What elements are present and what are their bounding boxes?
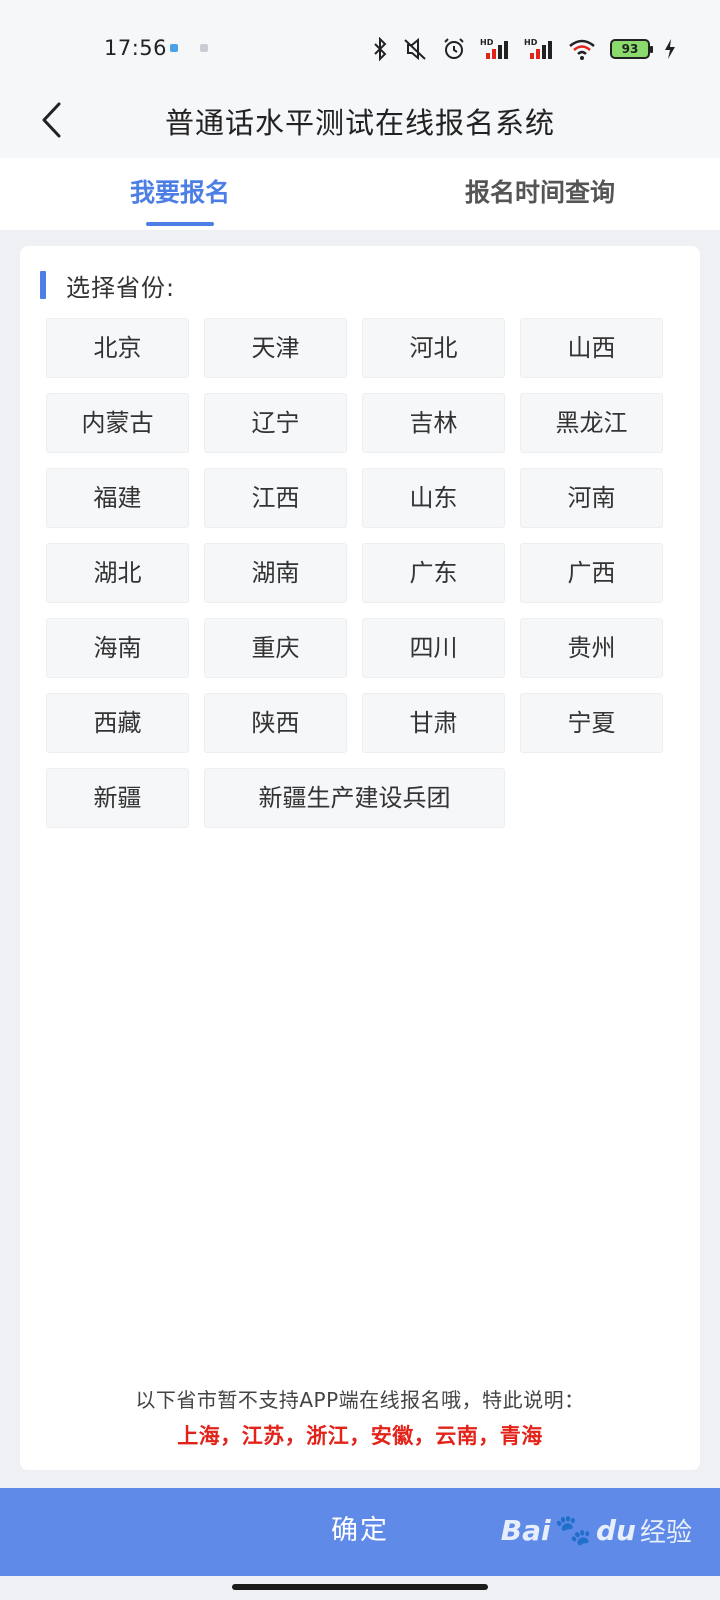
province-option[interactable]: 广西 (520, 543, 663, 603)
province-option[interactable]: 陕西 (204, 693, 347, 753)
status-time: 17:56 (104, 36, 168, 60)
notification-icon (200, 44, 208, 52)
section-header: 选择省份: (40, 270, 176, 302)
province-option[interactable]: 重庆 (204, 618, 347, 678)
section-accent-bar (40, 271, 46, 299)
signal-hd-icon: HD (480, 37, 510, 61)
province-option[interactable]: 吉林 (362, 393, 505, 453)
province-option[interactable]: 四川 (362, 618, 505, 678)
province-option[interactable]: 宁夏 (520, 693, 663, 753)
watermark-product: 经验 (639, 1518, 692, 1548)
province-option[interactable]: 天津 (204, 318, 347, 378)
unsupported-notice: 以下省市暂不支持APP端在线报名哦，特此说明： (135, 1388, 585, 1412)
chevron-left-icon (40, 101, 64, 143)
home-indicator[interactable] (232, 1584, 488, 1590)
province-option[interactable]: 福建 (46, 468, 189, 528)
alarm-icon (442, 37, 466, 61)
page-title: 普通话水平测试在线报名系统 (164, 106, 555, 140)
bluetooth-icon (372, 37, 388, 61)
baidu-jingyan-watermark: Bai 🐾 du 经验 (501, 1512, 692, 1549)
province-option[interactable]: 内蒙古 (46, 393, 189, 453)
wifi-icon (568, 37, 596, 61)
mute-icon (402, 37, 428, 61)
province-option[interactable]: 河南 (520, 468, 663, 528)
province-option[interactable]: 湖北 (46, 543, 189, 603)
charging-icon (664, 39, 676, 59)
province-option[interactable]: 江西 (204, 468, 347, 528)
svg-text:HD: HD (524, 38, 538, 47)
tab-bar: 我要报名 报名时间查询 (0, 158, 720, 230)
province-option[interactable]: 河北 (362, 318, 505, 378)
province-option[interactable]: 新疆生产建设兵团 (204, 768, 505, 828)
province-option[interactable]: 辽宁 (204, 393, 347, 453)
province-grid: 北京 天津 河北 山西 内蒙古 辽宁 吉林 黑龙江 福建 江西 山东 河南 湖北… (46, 318, 696, 828)
paw-icon: 🐾 (554, 1513, 592, 1548)
province-option[interactable]: 新疆 (46, 768, 189, 828)
province-option[interactable]: 黑龙江 (520, 393, 663, 453)
province-option[interactable]: 山西 (520, 318, 663, 378)
app-header: 普通话水平测试在线报名系统 (0, 88, 720, 158)
province-option[interactable]: 湖南 (204, 543, 347, 603)
province-option[interactable]: 海南 (46, 618, 189, 678)
unsupported-provinces: 上海，江苏，浙江，安徽，云南，青海 (177, 1424, 543, 1448)
province-option[interactable]: 甘肃 (362, 693, 505, 753)
province-option[interactable]: 西藏 (46, 693, 189, 753)
section-label: 选择省份: (66, 273, 176, 302)
notification-icon (170, 44, 178, 52)
back-button[interactable] (28, 94, 76, 150)
province-option[interactable]: 贵州 (520, 618, 663, 678)
watermark-brand-suffix: du (596, 1514, 636, 1547)
province-option[interactable]: 山东 (362, 468, 505, 528)
province-option[interactable]: 北京 (46, 318, 189, 378)
tab-schedule-query[interactable]: 报名时间查询 (360, 158, 720, 230)
province-option[interactable]: 广东 (362, 543, 505, 603)
battery-icon: 93 (610, 39, 653, 59)
svg-text:HD: HD (480, 38, 494, 47)
signal-hd-icon: HD (524, 37, 554, 61)
status-icons: HD HD 93 (372, 36, 676, 62)
watermark-brand: Bai (500, 1514, 551, 1547)
tab-register[interactable]: 我要报名 (0, 158, 360, 230)
active-tab-indicator (146, 222, 214, 226)
province-card: 选择省份: 北京 天津 河北 山西 内蒙古 辽宁 吉林 黑龙江 福建 江西 山东… (20, 246, 700, 1470)
status-bar: 17:56 HD HD 93 (0, 0, 720, 88)
